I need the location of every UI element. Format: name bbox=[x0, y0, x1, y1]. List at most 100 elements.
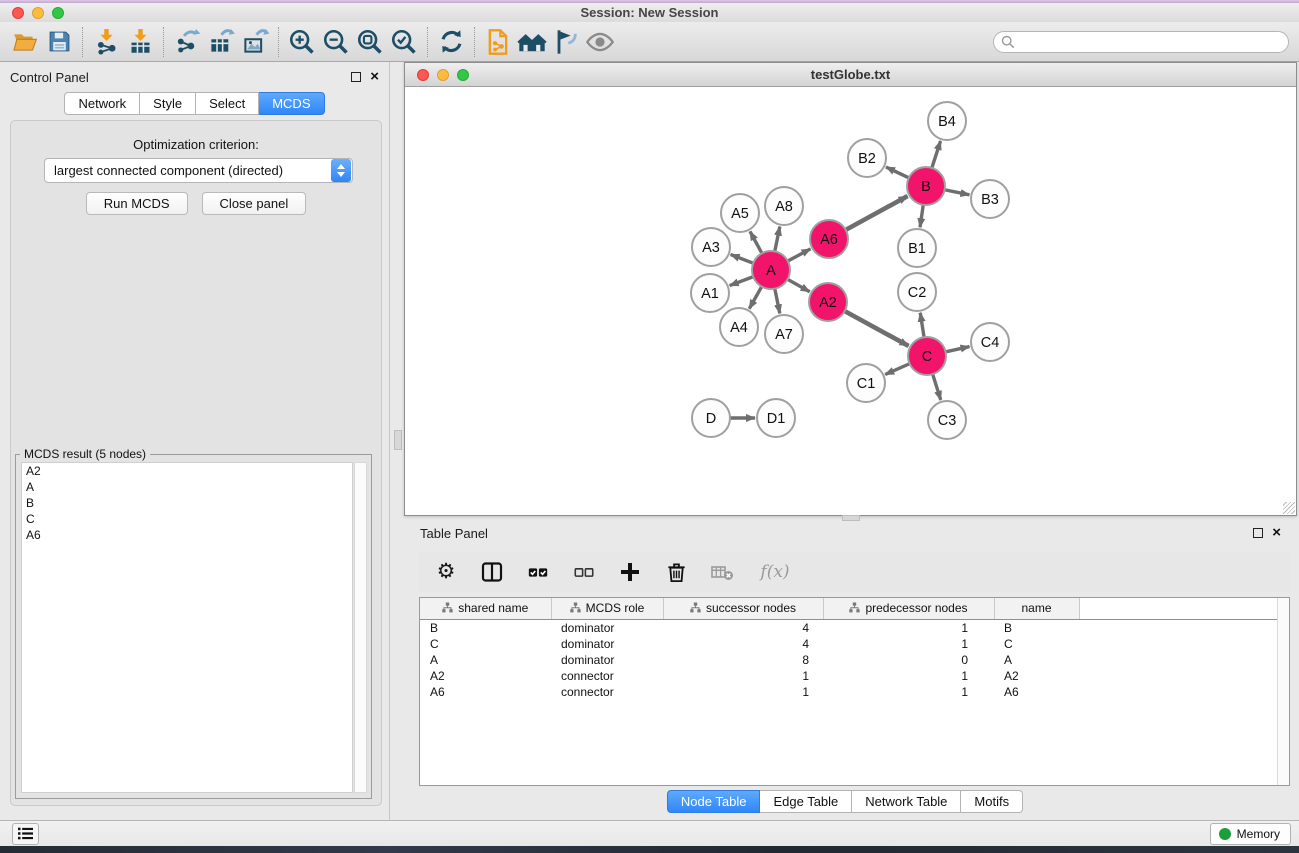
table-cell[interactable]: 1 bbox=[823, 668, 994, 684]
table-cell[interactable]: 8 bbox=[663, 652, 823, 668]
open-session-button[interactable] bbox=[8, 25, 42, 59]
tab-network[interactable]: Network bbox=[64, 92, 140, 115]
graph-node-B4[interactable]: B4 bbox=[928, 102, 966, 140]
float-table-panel-icon[interactable] bbox=[1253, 528, 1263, 538]
graph-edge-B-B3[interactable] bbox=[943, 189, 970, 194]
graph-node-C[interactable]: C bbox=[908, 337, 946, 375]
graph-node-A4[interactable]: A4 bbox=[720, 308, 758, 346]
graph-edge-B-B1[interactable] bbox=[920, 203, 924, 227]
import-network-button[interactable] bbox=[89, 25, 123, 59]
table-row[interactable]: Bdominator41B bbox=[420, 619, 1289, 636]
table-cell[interactable]: 1 bbox=[823, 619, 994, 636]
mcds-result-item[interactable]: C bbox=[22, 511, 352, 527]
graph-node-B3[interactable]: B3 bbox=[971, 180, 1009, 218]
graph-node-A8[interactable]: A8 bbox=[765, 187, 803, 225]
refresh-view-button[interactable] bbox=[434, 25, 468, 59]
help-home-button[interactable] bbox=[515, 25, 549, 59]
graph-edge-B-B4[interactable] bbox=[931, 141, 940, 170]
column-header-successor-nodes[interactable]: successor nodes bbox=[663, 598, 823, 619]
zoom-in-button[interactable] bbox=[285, 25, 319, 59]
window-resize-grip[interactable] bbox=[1283, 502, 1295, 514]
graph-node-A7[interactable]: A7 bbox=[765, 315, 803, 353]
export-image-button[interactable] bbox=[238, 25, 272, 59]
graph-node-A[interactable]: A bbox=[752, 251, 790, 289]
table-cell[interactable]: dominator bbox=[551, 636, 663, 652]
graph-node-C1[interactable]: C1 bbox=[847, 364, 885, 402]
network-canvas[interactable]: AA1A2A3A4A5A6A7A8BB1B2B3B4CC1C2C3C4DD1 bbox=[405, 88, 1296, 515]
save-session-button[interactable] bbox=[42, 25, 76, 59]
table-cell[interactable]: 4 bbox=[663, 636, 823, 652]
mcds-result-item[interactable]: A6 bbox=[22, 527, 352, 543]
import-table-button[interactable] bbox=[123, 25, 157, 59]
table-scrollbar[interactable] bbox=[1277, 598, 1289, 785]
table-tab-node-table[interactable]: Node Table bbox=[667, 790, 761, 813]
table-cell[interactable]: dominator bbox=[551, 652, 663, 668]
graph-node-B1[interactable]: B1 bbox=[898, 229, 936, 267]
graph-node-D1[interactable]: D1 bbox=[757, 399, 795, 437]
table-cell[interactable]: 1 bbox=[823, 636, 994, 652]
column-header-mcds-role[interactable]: MCDS role bbox=[551, 598, 663, 619]
tab-select[interactable]: Select bbox=[196, 92, 259, 115]
graphics-details-button[interactable] bbox=[549, 25, 583, 59]
table-cell[interactable]: A6 bbox=[420, 684, 551, 700]
table-settings-button[interactable]: ⚙ bbox=[433, 559, 459, 585]
network-window-titlebar[interactable]: testGlobe.txt bbox=[405, 63, 1296, 87]
graph-node-C4[interactable]: C4 bbox=[971, 323, 1009, 361]
delete-table-button[interactable] bbox=[709, 559, 735, 585]
table-cell[interactable]: A2 bbox=[994, 668, 1079, 684]
mcds-result-item[interactable]: B bbox=[22, 495, 352, 511]
show-hide-panel-button[interactable] bbox=[583, 25, 617, 59]
column-header-predecessor-nodes[interactable]: predecessor nodes bbox=[823, 598, 994, 619]
graph-node-A5[interactable]: A5 bbox=[721, 194, 759, 232]
graph-edge-A2-C[interactable] bbox=[843, 310, 909, 346]
add-row-button[interactable] bbox=[617, 559, 643, 585]
float-panel-icon[interactable] bbox=[351, 72, 361, 82]
table-cell[interactable]: B bbox=[420, 619, 551, 636]
optimization-criterion-select[interactable]: largest connected component (directed) bbox=[44, 158, 353, 183]
graph-edge-A-A3[interactable] bbox=[731, 255, 756, 264]
graph-edge-A-A6[interactable] bbox=[786, 249, 810, 262]
search-field[interactable] bbox=[993, 31, 1289, 53]
table-cell[interactable]: A2 bbox=[420, 668, 551, 684]
graph-edge-C-C2[interactable] bbox=[920, 313, 924, 339]
apply-function-button[interactable]: f(x) bbox=[755, 559, 795, 585]
graph-node-B[interactable]: B bbox=[907, 167, 945, 205]
close-panel-button[interactable]: Close panel bbox=[202, 192, 307, 215]
close-table-panel-icon[interactable]: × bbox=[1272, 528, 1281, 538]
table-cell[interactable]: 0 bbox=[823, 652, 994, 668]
table-row[interactable]: Adominator80A bbox=[420, 652, 1289, 668]
table-cell[interactable]: connector bbox=[551, 668, 663, 684]
tab-mcds[interactable]: MCDS bbox=[259, 92, 324, 115]
table-cell[interactable]: A bbox=[420, 652, 551, 668]
zoom-fit-button[interactable] bbox=[353, 25, 387, 59]
mcds-result-item[interactable]: A bbox=[22, 479, 352, 495]
table-row[interactable]: A6connector11A6 bbox=[420, 684, 1289, 700]
graph-edge-A-A4[interactable] bbox=[749, 285, 762, 309]
graph-edge-A-A8[interactable] bbox=[774, 227, 779, 254]
mcds-result-item[interactable]: A2 bbox=[22, 463, 352, 479]
graph-edge-C-C1[interactable] bbox=[885, 363, 911, 375]
graph-edge-A-A7[interactable] bbox=[774, 287, 779, 314]
graph-node-C2[interactable]: C2 bbox=[898, 273, 936, 311]
delete-row-button[interactable] bbox=[663, 559, 689, 585]
table-cell[interactable]: 1 bbox=[823, 684, 994, 700]
show-column-button[interactable] bbox=[479, 559, 505, 585]
graph-node-B2[interactable]: B2 bbox=[848, 139, 886, 177]
graph-edge-A-A1[interactable] bbox=[730, 276, 755, 286]
export-network-button[interactable] bbox=[170, 25, 204, 59]
table-tab-motifs[interactable]: Motifs bbox=[961, 790, 1023, 813]
graph-node-A2[interactable]: A2 bbox=[809, 283, 847, 321]
table-cell[interactable]: dominator bbox=[551, 619, 663, 636]
close-panel-icon[interactable]: × bbox=[370, 72, 379, 82]
zoom-out-button[interactable] bbox=[319, 25, 353, 59]
graph-edge-C-C4[interactable] bbox=[944, 347, 970, 353]
graph-edge-C-C3[interactable] bbox=[932, 372, 941, 400]
run-mcds-button[interactable]: Run MCDS bbox=[86, 192, 188, 215]
graph-node-A3[interactable]: A3 bbox=[692, 228, 730, 266]
search-input[interactable] bbox=[1015, 33, 1288, 51]
graph-node-A6[interactable]: A6 bbox=[810, 220, 848, 258]
table-cell[interactable]: A6 bbox=[994, 684, 1079, 700]
graph-edge-B-B2[interactable] bbox=[886, 167, 911, 179]
graph-edge-A-A2[interactable] bbox=[786, 278, 810, 291]
open-sample-session-button[interactable] bbox=[481, 25, 515, 59]
